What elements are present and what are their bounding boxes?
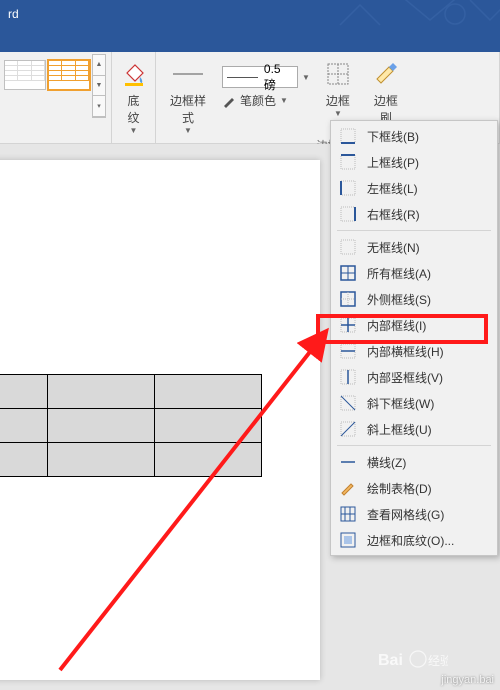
dd-view-gridlines[interactable]: 查看网格线(G)	[331, 501, 497, 527]
dd-top-border[interactable]: 上框线(P)	[331, 149, 497, 175]
borders-label: 边框	[326, 92, 350, 109]
dd-outside-borders[interactable]: 外侧框线(S)	[331, 286, 497, 312]
no-border-icon	[339, 238, 357, 256]
line-weight-selector[interactable]: 0.5 磅 ▼	[218, 60, 314, 90]
title-decoration	[300, 0, 500, 28]
dd-inside-vertical[interactable]: 内部竖框线(V)	[331, 364, 497, 390]
shading-group: 底纹 ▼	[112, 52, 156, 143]
diag-up-icon	[339, 420, 357, 438]
dd-borders-and-shading[interactable]: 边框和底纹(O)...	[331, 527, 497, 553]
table-cell[interactable]	[155, 409, 262, 443]
chevron-down-icon: ▼	[184, 126, 192, 135]
table-cell[interactable]	[0, 443, 48, 477]
chevron-down-icon: ▼	[280, 96, 288, 105]
styles-group: ▲▼▾	[0, 52, 112, 143]
title-bar: rd	[0, 0, 500, 28]
dd-no-border[interactable]: 无框线(N)	[331, 234, 497, 260]
table-cell[interactable]	[155, 443, 262, 477]
dd-bottom-border[interactable]: 下框线(B)	[331, 123, 497, 149]
outside-border-icon	[339, 290, 357, 308]
weight-value: 0.5 磅	[264, 62, 293, 93]
dd-inside-horizontal[interactable]: 内部横框线(H)	[331, 338, 497, 364]
border-style-label: 边框样式	[168, 92, 208, 126]
separator	[337, 230, 491, 231]
selected-table[interactable]	[0, 374, 262, 477]
style-thumb[interactable]	[4, 60, 46, 90]
chevron-down-icon: ▼	[334, 109, 342, 118]
chevron-down-icon: ▼	[130, 126, 138, 135]
borders-shading-icon	[339, 531, 357, 549]
svg-text:Bai: Bai	[378, 652, 403, 669]
bucket-icon	[118, 58, 150, 90]
watermark-url: jingyan.bai	[441, 674, 494, 686]
format-painter-icon	[370, 58, 402, 90]
bottom-border-icon	[339, 127, 357, 145]
pen-icon	[222, 94, 236, 108]
table-cell[interactable]	[0, 375, 48, 409]
borders-icon	[322, 58, 354, 90]
svg-text:经验: 经验	[428, 653, 448, 668]
dd-left-border[interactable]: 左框线(L)	[331, 175, 497, 201]
dd-diagonal-up[interactable]: 斜上框线(U)	[331, 416, 497, 442]
table-cell[interactable]	[0, 409, 48, 443]
gallery-expand[interactable]: ▲▼▾	[92, 54, 106, 118]
borders-dropdown: 下框线(B) 上框线(P) 左框线(L) 右框线(R) 无框线(N) 所有框线(…	[330, 120, 498, 556]
style-thumb-selected[interactable]	[48, 60, 90, 90]
all-borders-icon	[339, 264, 357, 282]
chevron-down-icon: ▼	[302, 73, 310, 82]
top-border-icon	[339, 153, 357, 171]
table-cell[interactable]	[48, 443, 155, 477]
line-style-icon	[172, 58, 204, 90]
table-cell[interactable]	[155, 375, 262, 409]
ribbon-tab-strip	[0, 28, 500, 52]
border-painter-button[interactable]: 边框刷	[362, 54, 410, 126]
pen-color-button[interactable]: 笔颜色 ▼	[218, 90, 314, 111]
app-title-fragment: rd	[8, 7, 19, 21]
shading-label: 底纹	[124, 92, 143, 126]
dd-right-border[interactable]: 右框线(R)	[331, 201, 497, 227]
pen-color-label: 笔颜色	[240, 92, 276, 109]
borders-button[interactable]: 边框 ▼	[316, 54, 360, 118]
table-style-gallery[interactable]	[4, 54, 90, 90]
inside-v-border-icon	[339, 368, 357, 386]
shading-button[interactable]: 底纹 ▼	[116, 54, 151, 135]
left-border-icon	[339, 179, 357, 197]
pencil-icon	[339, 479, 357, 497]
table-cell[interactable]	[48, 375, 155, 409]
dd-horizontal-line[interactable]: 横线(Z)	[331, 449, 497, 475]
gridlines-icon	[339, 505, 357, 523]
table-cell[interactable]	[48, 409, 155, 443]
dd-inside-borders[interactable]: 内部框线(I)	[331, 312, 497, 338]
inside-border-icon	[339, 316, 357, 334]
page	[0, 160, 320, 680]
diag-down-icon	[339, 394, 357, 412]
inside-h-border-icon	[339, 342, 357, 360]
dd-all-borders[interactable]: 所有框线(A)	[331, 260, 497, 286]
dd-diagonal-down[interactable]: 斜下框线(W)	[331, 390, 497, 416]
right-border-icon	[339, 205, 357, 223]
dd-draw-table[interactable]: 绘制表格(D)	[331, 475, 497, 501]
watermark-logo: Bai 经验	[378, 649, 448, 674]
hline-icon	[339, 453, 357, 471]
border-style-button[interactable]: 边框样式 ▼	[160, 54, 216, 135]
separator	[337, 445, 491, 446]
